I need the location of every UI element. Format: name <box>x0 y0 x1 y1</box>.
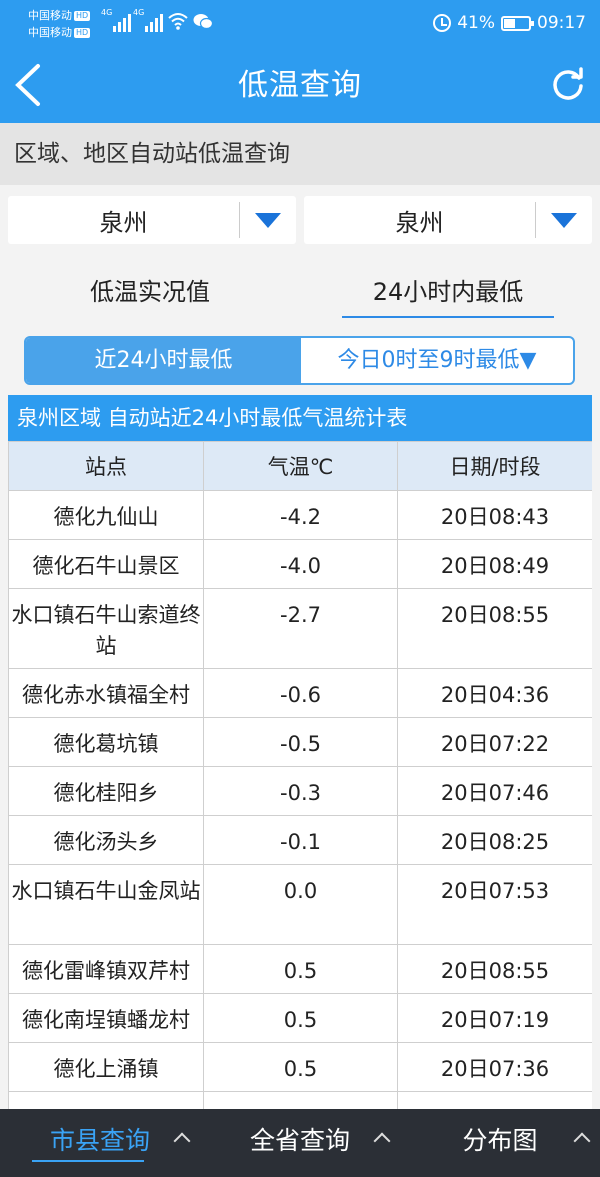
nav-province-query[interactable]: 全省查询 <box>200 1109 400 1177</box>
dropdown-arrow-icon[interactable] <box>536 212 592 228</box>
temp-cell: 0.0 <box>203 864 398 945</box>
table-row: 德化汤头乡 -0.1 20日08:25 <box>8 815 592 865</box>
data-table-container[interactable]: 站点 气温℃ 日期/时段 德化九仙山 -4.2 20日08:43 德化石牛山景区… <box>8 441 592 1109</box>
carrier-1: 中国移动 <box>28 9 72 22</box>
time-cell <box>397 1091 592 1109</box>
tab-realtime-low[interactable]: 低温实况值 <box>45 268 255 318</box>
carrier-info: 中国移动 HD 中国移动 HD <box>28 7 91 41</box>
table-row: 水口镇石牛山金凤站 0.0 20日07:53 <box>8 864 592 945</box>
header-temp: 气温℃ <box>203 441 398 491</box>
chevron-up-icon[interactable] <box>373 1132 391 1150</box>
carrier-2: 中国移动 <box>28 26 72 39</box>
nav-distribution-map[interactable]: 分布图 <box>400 1109 600 1177</box>
station-cell: 德化石牛山景区 <box>8 539 204 589</box>
alarm-icon <box>433 14 452 32</box>
table-row: 水口镇石牛山索道终站 -2.7 20日08:55 <box>8 588 592 669</box>
area-select[interactable]: 泉州 <box>304 196 592 244</box>
chevron-up-icon[interactable] <box>173 1132 191 1150</box>
time-cell: 20日07:22 <box>397 717 592 767</box>
dropdown-arrow-icon[interactable] <box>240 212 296 228</box>
time-cell: 20日04:36 <box>397 668 592 718</box>
table-row: 德化葛坑镇 -0.5 20日07:22 <box>8 717 592 767</box>
battery-icon <box>501 15 534 31</box>
time-cell: 20日07:53 <box>397 864 592 945</box>
title-bar: 低温查询 <box>0 46 600 123</box>
temp-cell: 0.5 <box>203 993 398 1043</box>
section-title: 区域、地区自动站低温查询 <box>0 123 600 185</box>
time-cell: 20日07:19 <box>397 993 592 1043</box>
battery-percent: 41% <box>457 13 495 33</box>
hd-badge-2: HD <box>74 28 91 38</box>
signal-icon-2: 4G <box>133 8 163 32</box>
area-value: 泉州 <box>395 208 444 237</box>
region-select[interactable]: 泉州 <box>8 196 296 244</box>
station-cell <box>8 1091 204 1109</box>
refresh-icon[interactable] <box>550 66 586 102</box>
time-cell: 20日08:25 <box>397 815 592 865</box>
time-cell: 20日08:55 <box>397 944 592 994</box>
nav-label: 分布图 <box>462 1126 538 1155</box>
tab-24h-low[interactable]: 24小时内最低 <box>342 268 554 318</box>
table-row <box>8 1091 592 1109</box>
table-row: 德化南埕镇蟠龙村 0.5 20日07:19 <box>8 993 592 1043</box>
clock: 09:17 <box>537 13 586 33</box>
temp-cell: -0.6 <box>203 668 398 718</box>
station-cell: 水口镇石牛山索道终站 <box>8 588 204 669</box>
table-caption: 泉州区域 自动站近24小时最低气温统计表 <box>8 395 592 441</box>
temp-cell: -0.5 <box>203 717 398 767</box>
station-cell: 德化南埕镇蟠龙村 <box>8 993 204 1043</box>
station-cell: 德化赤水镇福全村 <box>8 668 204 718</box>
wifi-icon <box>168 13 188 30</box>
nav-label: 全省查询 <box>249 1126 350 1155</box>
nav-label: 市县查询 <box>49 1126 150 1155</box>
temp-cell: -0.3 <box>203 766 398 816</box>
table-row: 德化石牛山景区 -4.0 20日08:49 <box>8 539 592 589</box>
time-cell: 20日07:36 <box>397 1042 592 1092</box>
temp-cell: 0.5 <box>203 1042 398 1092</box>
active-indicator <box>32 1160 144 1162</box>
table-row: 德化桂阳乡 -0.3 20日07:46 <box>8 766 592 816</box>
station-cell: 德化桂阳乡 <box>8 766 204 816</box>
station-cell: 水口镇石牛山金凤站 <box>8 864 204 945</box>
temp-cell: -0.1 <box>203 815 398 865</box>
time-range-segment: 近24小时最低 今日0时至9时最低▼ <box>24 336 575 385</box>
hd-badge-1: HD <box>74 11 91 21</box>
region-value: 泉州 <box>99 208 148 237</box>
time-cell: 20日08:55 <box>397 588 592 669</box>
time-cell: 20日08:43 <box>397 490 592 540</box>
table-row: 德化雷峰镇双芹村 0.5 20日08:55 <box>8 944 592 994</box>
table-row: 德化上涌镇 0.5 20日07:36 <box>8 1042 592 1092</box>
temp-cell <box>203 1091 398 1109</box>
chevron-up-icon[interactable] <box>573 1132 591 1150</box>
time-cell: 20日07:46 <box>397 766 592 816</box>
station-cell: 德化九仙山 <box>8 490 204 540</box>
temp-cell: -2.7 <box>203 588 398 669</box>
table-row: 德化九仙山 -4.2 20日08:43 <box>8 490 592 540</box>
low-temp-table: 站点 气温℃ 日期/时段 德化九仙山 -4.2 20日08:43 德化石牛山景区… <box>8 441 592 1109</box>
header-time: 日期/时段 <box>397 441 592 491</box>
segment-recent-24h[interactable]: 近24小时最低 <box>26 338 301 383</box>
station-cell: 德化雷峰镇双芹村 <box>8 944 204 994</box>
page-title: 低温查询 <box>238 68 362 103</box>
wechat-icon <box>193 14 213 30</box>
signal-icon-1: 4G <box>101 8 131 32</box>
station-cell: 德化上涌镇 <box>8 1042 204 1092</box>
nav-city-query[interactable]: 市县查询 <box>0 1109 200 1177</box>
table-header-row: 站点 气温℃ 日期/时段 <box>8 441 592 491</box>
status-bar: 中国移动 HD 中国移动 HD 4G 4G 41% 09:17 <box>0 0 600 46</box>
station-cell: 德化汤头乡 <box>8 815 204 865</box>
header-station: 站点 <box>8 441 204 491</box>
segment-today-0-9[interactable]: 今日0时至9时最低▼ <box>301 338 573 383</box>
temp-cell: -4.2 <box>203 490 398 540</box>
status-right: 41% 09:17 <box>433 12 586 34</box>
table-row: 德化赤水镇福全村 -0.6 20日04:36 <box>8 668 592 718</box>
time-cell: 20日08:49 <box>397 539 592 589</box>
temp-cell: 0.5 <box>203 944 398 994</box>
temp-cell: -4.0 <box>203 539 398 589</box>
bottom-nav: 市县查询 全省查询 分布图 <box>0 1109 600 1177</box>
station-cell: 德化葛坑镇 <box>8 717 204 767</box>
